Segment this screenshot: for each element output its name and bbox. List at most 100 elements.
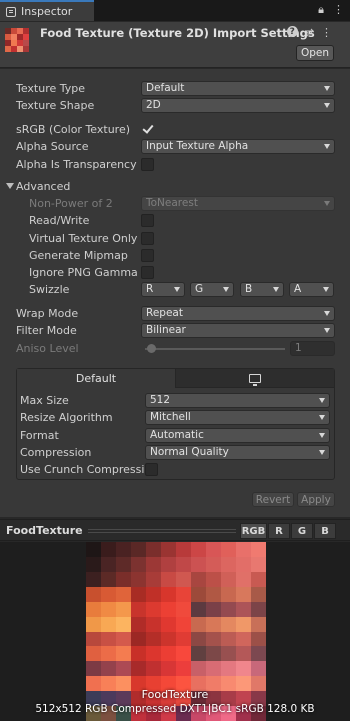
chevron-down-icon — [273, 287, 279, 292]
channel-rgb-button[interactable]: RGB — [240, 523, 267, 539]
lock-icon[interactable]: 🔒︎ — [318, 3, 324, 17]
alpha-transparency-label: Alpha Is Transparency — [16, 158, 137, 171]
swizzle-g-dropdown[interactable]: G — [190, 282, 234, 297]
texture-pixel-block — [101, 616, 116, 632]
help-icon[interactable]: ? — [286, 26, 298, 37]
wrap-mode-dropdown[interactable]: Repeat — [141, 306, 335, 321]
format-label: Format — [20, 429, 59, 442]
open-button[interactable]: Open — [296, 45, 334, 61]
import-settings-title: Food Texture (Texture 2D) Import Setting… — [40, 26, 315, 40]
resize-algorithm-dropdown[interactable]: Mitchell — [145, 410, 330, 425]
texture-thumbnail — [5, 28, 29, 52]
texture-pixel-block — [86, 601, 101, 617]
channel-r-button[interactable]: R — [268, 523, 290, 539]
swizzle-b-dropdown[interactable]: B — [240, 282, 284, 297]
texture-pixel-block — [161, 631, 176, 647]
texture-pixel-block — [146, 601, 161, 617]
npot-row: Non-Power of 2 ToNearest — [0, 196, 350, 212]
texture-pixel-block — [206, 542, 221, 557]
revert-button[interactable]: Revert — [252, 492, 294, 507]
alpha-transparency-checkbox[interactable] — [141, 158, 154, 171]
max-size-dropdown[interactable]: 512 — [145, 393, 330, 408]
virtual-texture-label: Virtual Texture Only — [29, 232, 138, 245]
texture-pixel-block — [251, 556, 266, 572]
read-write-checkbox[interactable] — [141, 214, 154, 227]
texture-pixel-block — [146, 646, 161, 662]
context-menu-icon[interactable]: ⋮ — [321, 26, 332, 39]
texture-pixel-block — [161, 586, 176, 602]
crunch-checkbox[interactable] — [145, 463, 158, 476]
texture-pixel-block — [116, 542, 131, 557]
ignore-png-gamma-label: Ignore PNG Gamma — [29, 266, 138, 279]
chevron-down-icon — [223, 287, 229, 292]
channel-b-button[interactable]: B — [314, 523, 336, 539]
texture-pixel-block — [251, 542, 266, 557]
wrap-mode-value: Repeat — [146, 307, 183, 319]
more-options-icon[interactable]: ⋮ — [333, 3, 344, 17]
platform-tabs: Default — [17, 369, 334, 388]
max-size-row: Max Size 512 — [0, 393, 350, 409]
texture-pixel-block — [116, 646, 131, 662]
texture-shape-dropdown[interactable]: 2D — [141, 98, 335, 113]
texture-pixel-block — [206, 661, 221, 677]
texture-pixel-block — [161, 616, 176, 632]
texture-pixel-block — [236, 661, 251, 677]
presets-icon[interactable]: ⇄ — [305, 26, 314, 39]
virtual-texture-checkbox[interactable] — [141, 232, 154, 245]
compression-dropdown[interactable]: Normal Quality — [145, 445, 330, 460]
swizzle-a-dropdown[interactable]: A — [289, 282, 334, 297]
texture-pixel-block — [191, 616, 206, 632]
texture-pixel-block — [206, 586, 221, 602]
texture-pixel-block — [221, 542, 236, 557]
chevron-down-icon — [324, 328, 330, 333]
texture-pixel-block — [191, 601, 206, 617]
texture-pixel-block — [236, 542, 251, 557]
texture-pixel-block — [251, 661, 266, 677]
texture-pixel-block — [161, 601, 176, 617]
preview-texture-name: FoodTexture — [141, 688, 209, 701]
tab-standalone-platform[interactable] — [176, 369, 334, 388]
alpha-source-value: Input Texture Alpha — [146, 140, 249, 152]
filter-mode-dropdown[interactable]: Bilinear — [141, 323, 335, 338]
ignore-png-gamma-checkbox[interactable] — [141, 266, 154, 279]
texture-pixel-block — [86, 631, 101, 647]
chevron-down-icon — [324, 144, 330, 149]
format-dropdown[interactable]: Automatic — [145, 428, 330, 443]
chevron-down-icon — [324, 103, 330, 108]
read-write-label: Read/Write — [29, 214, 90, 227]
texture-pixel-block — [101, 661, 116, 677]
mipmap-checkbox[interactable] — [141, 249, 154, 262]
texture-pixel-block — [236, 556, 251, 572]
texture-pixel-block — [146, 571, 161, 587]
alpha-source-dropdown[interactable]: Input Texture Alpha — [141, 139, 335, 154]
texture-type-dropdown[interactable]: Default — [141, 81, 335, 96]
texture-pixel-block — [161, 556, 176, 572]
texture-pixel-block — [176, 646, 191, 662]
texture-pixel-block — [101, 631, 116, 647]
texture-pixel-block — [206, 646, 221, 662]
format-row: Format Automatic — [0, 428, 350, 444]
swizzle-g-value: G — [195, 283, 204, 295]
texture-pixel-block — [251, 571, 266, 587]
tab-default-platform[interactable]: Default — [17, 369, 176, 388]
texture-pixel-block — [101, 556, 116, 572]
texture-pixel-block — [236, 571, 251, 587]
chevron-down-icon — [324, 311, 330, 316]
swizzle-r-dropdown[interactable]: R — [141, 282, 185, 297]
tab-inspector[interactable]: Inspector — [0, 0, 94, 21]
apply-button[interactable]: Apply — [297, 492, 335, 507]
swizzle-label: Swizzle — [29, 283, 70, 296]
srgb-checkbox[interactable] — [141, 123, 154, 136]
texture-pixel-block — [221, 646, 236, 662]
texture-pixel-block — [176, 542, 191, 557]
texture-pixel-block — [146, 661, 161, 677]
texture-pixel-block — [131, 556, 146, 572]
texture-pixel-block — [176, 631, 191, 647]
channel-g-button[interactable]: G — [291, 523, 313, 539]
texture-pixel-block — [116, 661, 131, 677]
alpha-transparency-row: Alpha Is Transparency — [0, 157, 350, 173]
texture-pixel-block — [116, 631, 131, 647]
advanced-foldout[interactable]: Advanced — [0, 179, 350, 195]
preview-drag-handle[interactable] — [88, 529, 236, 533]
texture-pixel-block — [146, 631, 161, 647]
